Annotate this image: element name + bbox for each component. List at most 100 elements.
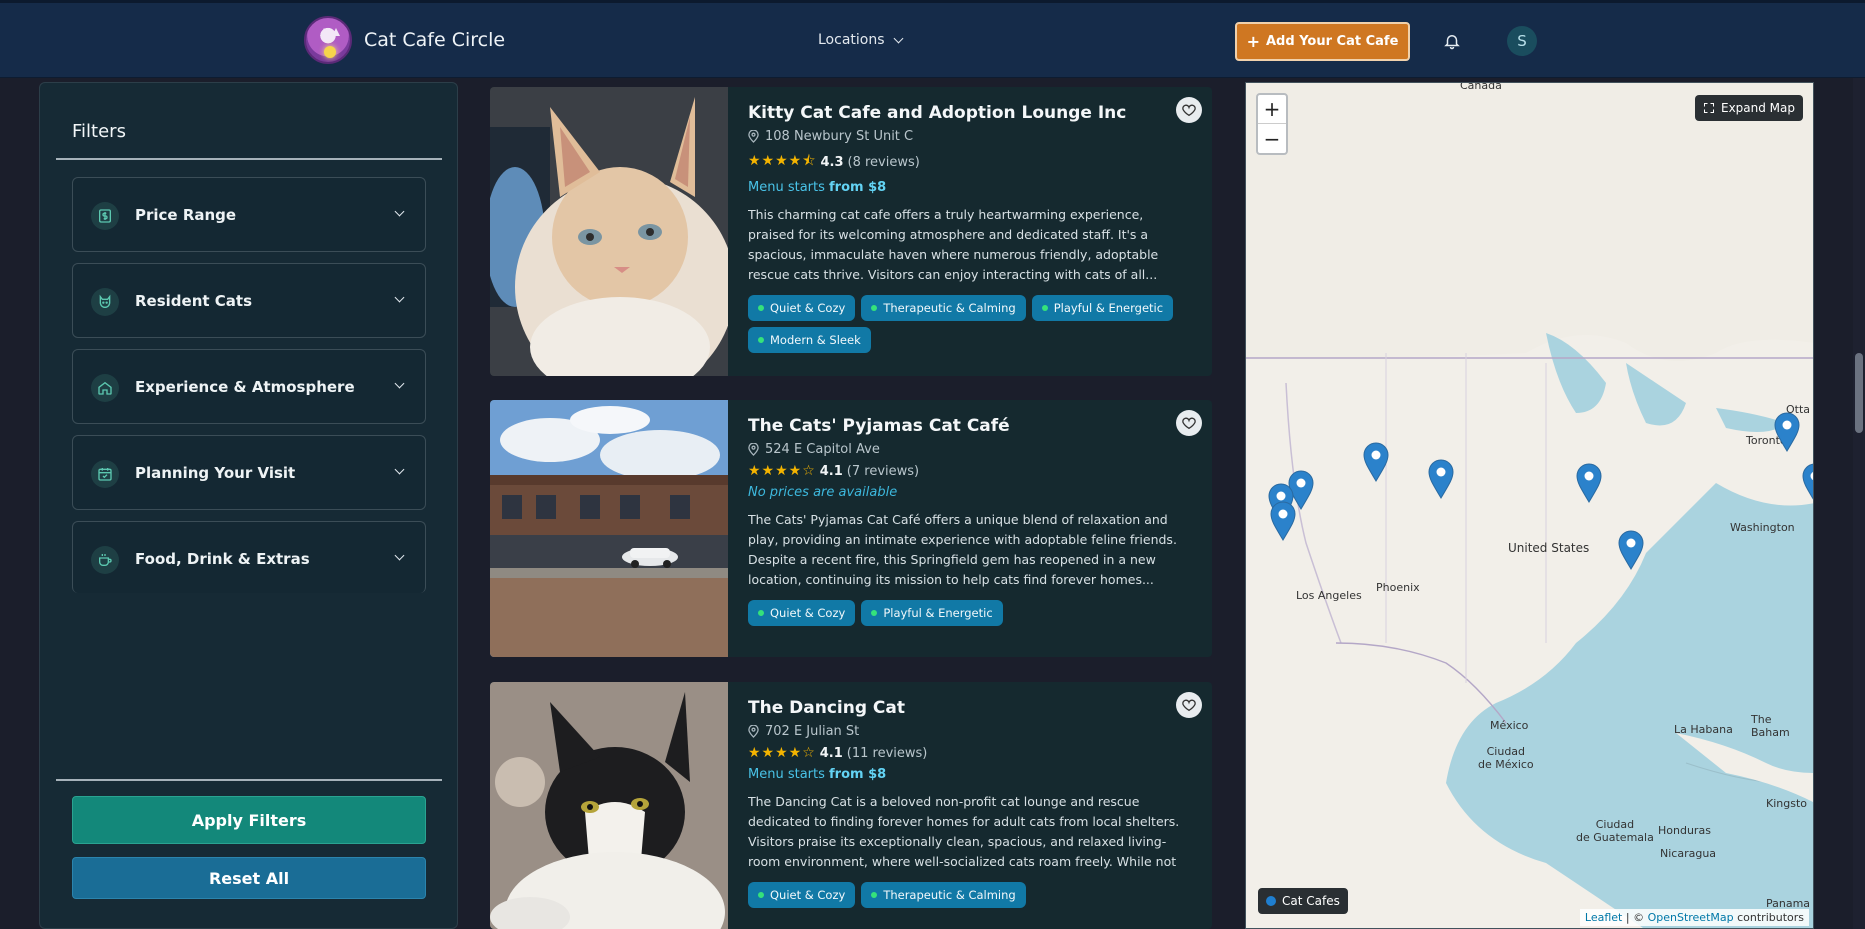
page-scrollbar[interactable] [1853,78,1865,929]
scrollbar-thumb[interactable] [1855,353,1863,433]
cafe-photo-cat[interactable] [490,87,728,376]
map-attribution: Leaflet | © OpenStreetMap contributors [1579,909,1809,926]
review-count[interactable]: (7 reviews) [847,464,919,479]
address-text: 524 E Capitol Ave [765,442,880,457]
map-marker-pin[interactable] [1774,412,1800,452]
map-label-los-angeles: Los Angeles [1296,589,1362,602]
leaflet-link[interactable]: Leaflet [1585,911,1622,924]
tag-chip[interactable]: Playful & Energetic [861,600,1003,626]
map-label-la-habana: La Habana [1674,723,1733,736]
cafe-tags: Quiet & Cozy Therapeutic & Calming [748,882,1188,908]
expand-map-button[interactable]: Expand Map [1694,95,1803,121]
expand-icon [1703,103,1714,113]
tag-chip[interactable]: Therapeutic & Calming [861,882,1026,908]
map-marker-pin[interactable] [1618,530,1644,570]
user-avatar[interactable]: S [1507,26,1537,56]
price-prefix: Menu starts [748,767,830,782]
chevron-down-icon [893,33,903,43]
cafe-name[interactable]: The Cats' Pyjamas Cat Café [748,416,1202,436]
cafe-rating: ★★★★⯪ 4.3 (8 reviews) [748,150,1202,174]
add-cafe-button[interactable]: + Add Your Cat Cafe [1235,22,1410,61]
tag-label: Quiet & Cozy [770,301,846,315]
cafe-description: The Cats' Pyjamas Cat Café offers a uniq… [748,512,1177,587]
filter-price-range[interactable]: Price Range [72,177,426,252]
filter-experience-atmosphere[interactable]: Experience & Atmosphere [72,349,426,424]
cafe-photo-tuxedo-cat[interactable] [490,682,728,929]
zoom-in-button[interactable]: + [1258,95,1286,124]
star-rating-icon: ★★★★☆ [748,745,816,761]
cafe-address: 524 E Capitol Ave [748,442,1202,457]
map-label-phoenix: Phoenix [1376,581,1420,594]
green-dot-icon [871,305,878,311]
map-marker-pin[interactable] [1802,463,1814,503]
tag-chip[interactable]: Playful & Energetic [1031,295,1174,321]
map-label-canada: Canada [1460,82,1502,92]
cafe-photo-storefront[interactable] [490,400,728,657]
tag-chip[interactable]: Quiet & Cozy [748,295,856,321]
cafe-description: The Dancing Cat is a beloved non-profit … [748,794,1180,869]
rating-value: 4.1 [819,463,843,479]
green-dot-icon [1041,305,1048,311]
tag-chip[interactable]: Quiet & Cozy [748,882,856,908]
map-marker-pin[interactable] [1270,501,1296,541]
price-info: No prices are available [748,485,898,500]
cafe-tags: Quiet & Cozy Playful & Energetic [748,600,1188,626]
apply-filters-button[interactable]: Apply Filters [72,796,426,844]
location-pin-icon [748,130,759,143]
favorite-heart-icon[interactable] [1176,692,1202,718]
cafe-card-body: Kitty Cat Cafe and Adoption Lounge Inc 1… [748,87,1202,353]
address-text: 108 Newbury St Unit C [765,129,914,144]
green-dot-icon [871,892,878,898]
map-label-honduras: Honduras [1658,824,1711,837]
chevron-down-icon [394,292,405,303]
star-rating-icon: ★★★★⯪ [748,153,817,169]
dollar-icon [91,202,119,230]
osm-link[interactable]: OpenStreetMap [1648,911,1734,924]
tag-chip[interactable]: Quiet & Cozy [748,600,856,626]
rating-value: 4.3 [820,154,844,170]
tag-chip[interactable]: Modern & Sleek [748,327,871,353]
green-dot-icon [871,610,878,616]
favorite-heart-icon[interactable] [1176,410,1202,436]
chevron-down-icon [394,550,405,561]
cafe-address: 702 E Julian St [748,724,1202,739]
cup-icon [91,546,119,574]
map-marker-pin[interactable] [1428,459,1454,499]
cat-icon [91,288,119,316]
price-info: Menu starts from $8 [748,180,1202,195]
cafe-name[interactable]: Kitty Cat Cafe and Adoption Lounge Inc [748,103,1202,123]
bell-icon[interactable] [1443,32,1461,50]
attribution-tail: contributors [1733,911,1804,924]
cafe-map[interactable]: Canada United States Phoenix Los Angeles… [1245,82,1814,929]
map-label-mexico: México [1490,719,1529,732]
filter-food-drink[interactable]: Food, Drink & Extras [72,521,426,593]
chevron-down-icon [394,206,405,217]
filter-planning-visit[interactable]: Planning Your Visit [72,435,426,510]
price-prefix: Menu starts [748,180,830,195]
tag-label: Quiet & Cozy [770,606,846,620]
calendar-icon [91,460,119,488]
zoom-out-button[interactable]: − [1258,124,1286,153]
cafe-name[interactable]: The Dancing Cat [748,698,1202,718]
review-count[interactable]: (8 reviews) [848,155,920,170]
divider [56,779,442,781]
tag-chip[interactable]: Therapeutic & Calming [861,295,1026,321]
filter-label: Food, Drink & Extras [135,550,310,568]
cafe-card[interactable]: The Dancing Cat 702 E Julian St ★★★★☆ 4.… [490,682,1212,929]
favorite-heart-icon[interactable] [1176,97,1202,123]
rating-value: 4.1 [819,745,843,761]
cafe-card[interactable]: Kitty Cat Cafe and Adoption Lounge Inc 1… [490,87,1212,376]
cafe-card[interactable]: The Cats' Pyjamas Cat Café 524 E Capitol… [490,400,1212,657]
tag-label: Playful & Energetic [1053,301,1164,315]
brand-name[interactable]: Cat Cafe Circle [364,29,505,51]
map-marker-pin[interactable] [1363,442,1389,482]
filter-label: Experience & Atmosphere [135,378,355,396]
review-count[interactable]: (11 reviews) [847,746,928,761]
filter-resident-cats[interactable]: Resident Cats [72,263,426,338]
map-marker-pin[interactable] [1576,463,1602,503]
cat-cafe-logo[interactable] [304,16,352,64]
map-tiles[interactable] [1246,83,1814,929]
locations-menu[interactable]: Locations [818,32,903,48]
map-label-bahamas: The Baham [1751,713,1790,739]
reset-all-button[interactable]: Reset All [72,857,426,899]
